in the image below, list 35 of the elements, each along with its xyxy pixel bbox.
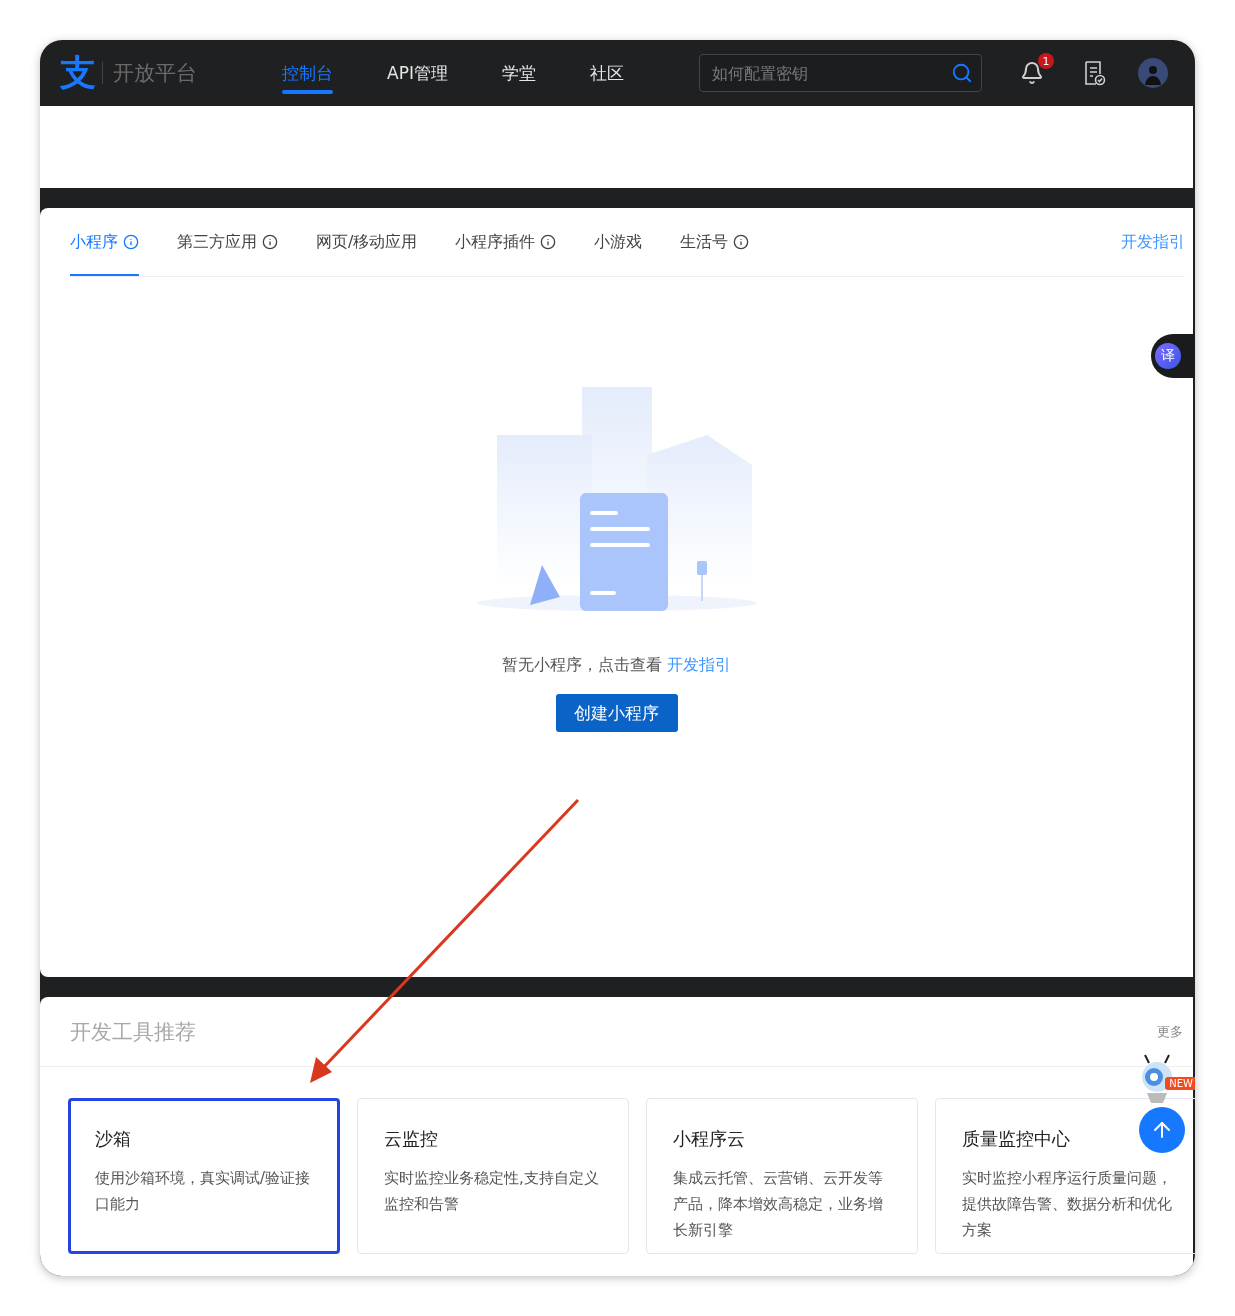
nav-link[interactable]: API管理 [360,40,475,106]
avatar[interactable] [1137,58,1168,88]
card-description: 集成云托管、云营销、云开发等产品，降本增效高稳定，业务增长新引擎 [673,1168,884,1241]
nav-link[interactable]: 控制台 [255,40,360,106]
card-description: 使用沙箱环境，真实调试/验证接口能力 [95,1168,312,1215]
tab[interactable]: 网页/移动应用 [316,208,418,276]
scroll-top-button[interactable] [1139,1107,1185,1153]
nav-link[interactable]: 学堂 [474,40,563,106]
tab[interactable]: 生活号 [680,208,750,276]
tab[interactable]: 小程序插件 [455,208,557,276]
tool-card[interactable]: 沙箱 使用沙箱环境，真实调试/验证接口能力 [68,1098,340,1254]
translate-button[interactable]: 译 [1155,343,1181,369]
tool-card[interactable]: 云监控 实时监控业务稳定性,支持自定义监控和告警 [357,1098,629,1254]
card-description: 实时监控业务稳定性,支持自定义监控和告警 [384,1168,600,1215]
tab[interactable]: 第三方应用 [177,208,278,276]
card-title: 沙箱 [95,1127,131,1151]
tab[interactable]: 小游戏 [594,208,643,276]
new-badge: NEW [1165,1077,1195,1090]
search-field[interactable]: 如何配置密钥 [698,54,982,92]
notification-count: 1 [1037,53,1054,69]
empty-message: 暂无小程序，点击查看 开发指引 [501,655,732,676]
section-title: 开发工具推荐 [70,1018,196,1046]
tool-card[interactable]: 小程序云 集成云托管、云营销、云开发等产品，降本增效高稳定，业务增长新引擎 [646,1098,918,1254]
nav-link[interactable]: 社区 [562,40,651,106]
card-title: 质量监控中心 [962,1127,1070,1151]
card-description: 实时监控小程序运行质量问题，提供故障告警、数据分析和优化方案 [962,1168,1173,1241]
more-link[interactable]: 更多 [1157,1022,1183,1041]
tab[interactable]: 小程序 [70,208,139,276]
bell-icon[interactable] [1019,61,1044,85]
logo-icon[interactable]: 支 [60,55,96,91]
card-title: 云监控 [384,1127,438,1151]
card-title: 小程序云 [673,1127,745,1151]
search-icon[interactable] [950,62,973,84]
create-button[interactable]: 创建小程序 [555,694,678,732]
brand-name: 开放平台 [102,62,197,84]
